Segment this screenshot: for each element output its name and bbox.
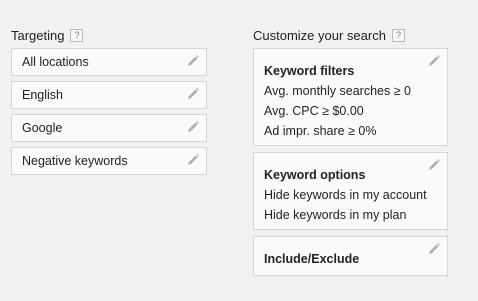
targeting-item-network[interactable]: Google: [11, 114, 207, 142]
targeting-item-label: All locations: [22, 55, 89, 69]
targeting-item-language[interactable]: English: [11, 81, 207, 109]
keyword-filters-card[interactable]: Keyword filters Avg. monthly searches ≥ …: [253, 48, 448, 146]
keyword-options-heading: Keyword options: [264, 168, 366, 182]
filter-line: Ad impr. share ≥ 0%: [264, 124, 377, 138]
pencil-icon[interactable]: [427, 54, 441, 68]
customize-title-text: Customize your search: [253, 28, 386, 43]
pencil-icon[interactable]: [186, 87, 200, 101]
targeting-item-label: Google: [22, 121, 63, 135]
pencil-icon[interactable]: [186, 153, 200, 167]
targeting-help-icon[interactable]: ?: [70, 29, 84, 42]
include-exclude-heading: Include/Exclude: [264, 252, 360, 266]
pencil-icon[interactable]: [186, 54, 200, 68]
pencil-icon[interactable]: [427, 158, 441, 172]
customize-help-icon[interactable]: ?: [391, 29, 405, 42]
pencil-icon[interactable]: [186, 120, 200, 134]
customize-title: Customize your search ?: [253, 28, 405, 43]
option-line: Hide keywords in my account: [264, 188, 427, 202]
pencil-icon[interactable]: [427, 242, 441, 256]
targeting-item-label: English: [22, 88, 63, 102]
filter-line: Avg. monthly searches ≥ 0: [264, 84, 411, 98]
targeting-title: Targeting ?: [11, 28, 84, 43]
targeting-title-text: Targeting: [11, 28, 65, 43]
targeting-item-locations[interactable]: All locations: [11, 48, 207, 76]
option-line: Hide keywords in my plan: [264, 208, 407, 222]
filter-line: Avg. CPC ≥ $0.00: [264, 104, 364, 118]
keyword-options-card[interactable]: Keyword options Hide keywords in my acco…: [253, 152, 448, 230]
targeting-item-negative-keywords[interactable]: Negative keywords: [11, 147, 207, 175]
include-exclude-card[interactable]: Include/Exclude: [253, 236, 448, 276]
targeting-item-label: Negative keywords: [22, 154, 128, 168]
keyword-filters-heading: Keyword filters: [264, 64, 355, 78]
